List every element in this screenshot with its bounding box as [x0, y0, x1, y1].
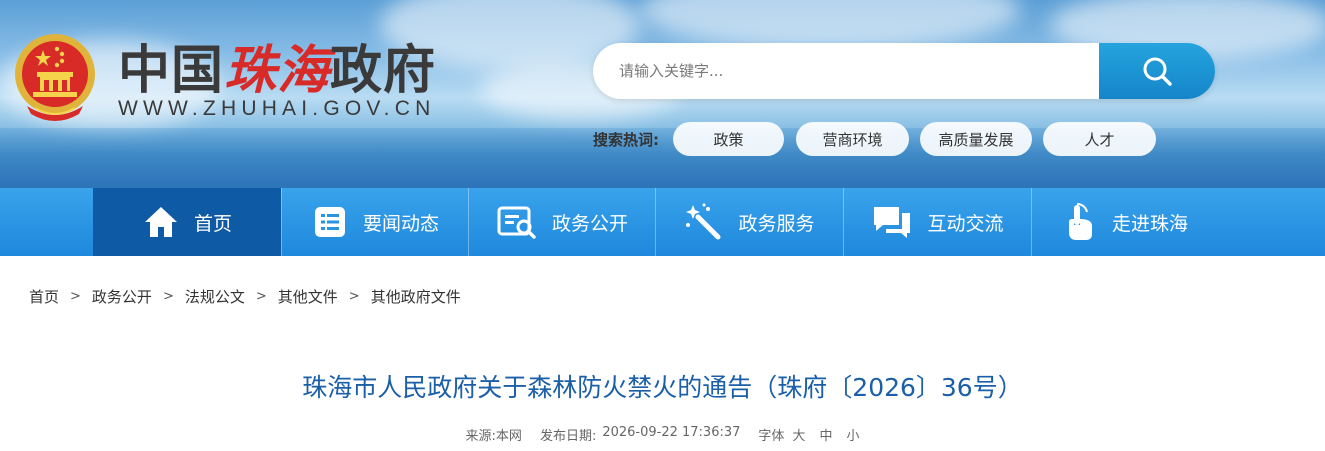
breadcrumb-link[interactable]: 政务公开: [92, 286, 152, 307]
site-url: WWW.ZHUHAI.GOV.CN: [118, 97, 436, 120]
source-label: 来源:: [465, 429, 496, 444]
national-emblem-icon: [15, 34, 95, 121]
font-size-large-button[interactable]: 大: [792, 425, 805, 444]
breadcrumb-separator-icon: >: [70, 289, 81, 304]
logo-suffix: 政府: [330, 40, 437, 101]
breadcrumb-separator-icon: >: [162, 289, 174, 304]
nav-item-gov-service[interactable]: 政务服务: [655, 188, 843, 256]
breadcrumb: 首页 > 政务公开 > 法规公文 > 其他文件 > 其他政府文件: [29, 286, 461, 307]
nav-item-home[interactable]: 首页: [93, 188, 281, 256]
search-icon: [1143, 57, 1172, 86]
breadcrumb-link[interactable]: 法规公文: [185, 286, 245, 307]
publish-date: 2026-09-22 17:36:37: [602, 425, 741, 440]
hot-search-label: 搜索热词:: [593, 131, 659, 149]
font-size-small-button[interactable]: 小: [846, 425, 859, 444]
breadcrumb-link[interactable]: 其他文件: [278, 286, 338, 307]
nav-item-label: 首页: [193, 212, 232, 235]
header-banner: 中国 珠海 政府 WWW.ZHUHAI.GOV.CN 搜索热词: 政策 营商环境…: [0, 0, 1325, 188]
font-size-label: 字体: [758, 429, 785, 444]
site-logo-text[interactable]: 中国 珠海 政府: [118, 32, 436, 101]
logo-prefix: 中国: [118, 40, 225, 101]
nav-item-about-zhuhai[interactable]: 走进珠海: [1031, 188, 1218, 256]
nav-item-label: 政务服务: [738, 212, 815, 235]
news-list-icon: [314, 207, 345, 237]
breadcrumb-link[interactable]: 首页: [29, 286, 59, 307]
article-title: 珠海市人民政府关于森林防火禁火的通告（珠府〔2026〕36号）: [302, 373, 1023, 402]
pointer-hand-icon: [1068, 202, 1092, 240]
nav-item-label: 互动交流: [927, 212, 1004, 235]
nav-item-interaction[interactable]: 互动交流: [843, 188, 1031, 256]
logo-city: 珠海: [224, 40, 331, 101]
nav-item-label: 要闻动态: [362, 212, 439, 235]
nav-item-label: 政务公开: [551, 212, 628, 235]
breadcrumb-separator-icon: >: [255, 289, 267, 304]
chat-bubbles-icon: [874, 207, 911, 238]
date-label: 发布日期:: [539, 429, 597, 444]
document-search-icon: [497, 206, 536, 239]
font-size-medium-button[interactable]: 中: [819, 425, 832, 444]
main-nav: 首页 要闻动态 政务公开 政务服务 互动交流 走进珠海: [0, 188, 1325, 256]
hot-word-tag[interactable]: 高质量发展: [920, 122, 1032, 156]
breadcrumb-separator-icon: >: [348, 289, 360, 304]
hot-word-tag[interactable]: 营商环境: [796, 122, 909, 156]
nav-item-news[interactable]: 要闻动态: [281, 188, 468, 256]
search-input[interactable]: [593, 43, 1098, 99]
nav-item-label: 走进珠海: [1111, 212, 1188, 235]
home-icon: [144, 207, 177, 237]
breadcrumb-link[interactable]: 其他政府文件: [371, 286, 461, 307]
search-button[interactable]: [1099, 43, 1215, 99]
hot-word-tag[interactable]: 人才: [1043, 122, 1156, 156]
magic-wand-icon: [686, 203, 721, 240]
source-value: 本网: [495, 429, 522, 444]
search-box: [593, 43, 1215, 99]
hot-word-tag[interactable]: 政策: [673, 122, 784, 156]
article-meta: 来源: 本网 发布日期: 2026-09-22 17:36:37 字体 大 中 …: [0, 425, 1325, 444]
nav-item-gov-affairs[interactable]: 政务公开: [468, 188, 655, 256]
